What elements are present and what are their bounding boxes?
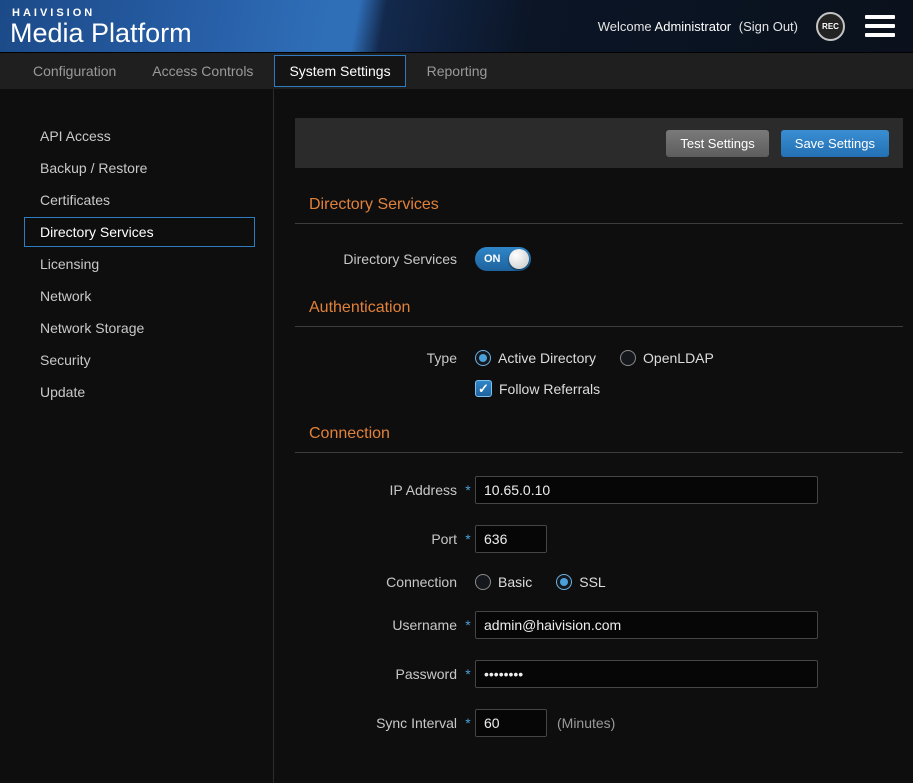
toggle-state-label: ON <box>484 253 501 265</box>
radio-basic[interactable] <box>475 574 491 590</box>
password-label: Password <box>295 666 457 682</box>
required-marker: * <box>461 666 475 682</box>
tab-system-settings[interactable]: System Settings <box>274 55 405 87</box>
type-label: Type <box>295 350 457 366</box>
settings-sidebar: API Access Backup / Restore Certificates… <box>0 89 274 783</box>
welcome-prefix: Welcome <box>598 19 652 34</box>
header-right: Welcome Administrator (Sign Out) REC <box>598 12 897 41</box>
required-marker: * <box>461 482 475 498</box>
main-layout: API Access Backup / Restore Certificates… <box>0 89 913 783</box>
radio-ssl-label: SSL <box>579 574 605 590</box>
password-row: Password * <box>295 660 903 688</box>
section-title-connection: Connection <box>309 425 903 443</box>
required-marker: * <box>461 531 475 547</box>
username-row: Username * <box>295 611 903 639</box>
follow-referrals-checkbox[interactable]: ✓ <box>475 380 492 397</box>
radio-active-directory[interactable] <box>475 350 491 366</box>
connection-type-row: Connection Basic SSL <box>295 574 903 590</box>
settings-content: Test Settings Save Settings Directory Se… <box>274 89 913 783</box>
check-icon: ✓ <box>478 381 489 397</box>
action-bar: Test Settings Save Settings <box>295 118 903 168</box>
radio-openldap-label: OpenLDAP <box>643 350 714 366</box>
type-row: Type Active Directory OpenLDAP <box>295 350 903 366</box>
sync-interval-suffix: (Minutes) <box>557 715 615 731</box>
app-header: HAIVISION Media Platform Welcome Adminis… <box>0 0 913 52</box>
follow-referrals-row: ✓ Follow Referrals <box>295 380 903 397</box>
tab-reporting[interactable]: Reporting <box>412 55 503 87</box>
rec-badge-label: REC <box>822 22 839 31</box>
section-title-directory-services: Directory Services <box>309 196 903 214</box>
directory-services-toggle[interactable]: ON <box>475 247 531 271</box>
sidebar-item-network-storage[interactable]: Network Storage <box>24 313 255 343</box>
follow-referrals-label: Follow Referrals <box>499 381 600 397</box>
section-divider <box>295 223 903 224</box>
radio-active-directory-label: Active Directory <box>498 350 596 366</box>
ip-address-input[interactable] <box>475 476 818 504</box>
sidebar-item-update[interactable]: Update <box>24 377 255 407</box>
section-divider <box>295 452 903 453</box>
tab-access-controls[interactable]: Access Controls <box>137 55 268 87</box>
port-input[interactable] <box>475 525 547 553</box>
radio-openldap[interactable] <box>620 350 636 366</box>
username-input[interactable] <box>475 611 818 639</box>
ip-address-row: IP Address * <box>295 476 903 504</box>
save-settings-button[interactable]: Save Settings <box>781 130 889 157</box>
main-nav: Configuration Access Controls System Set… <box>0 52 913 89</box>
tab-configuration[interactable]: Configuration <box>18 55 131 87</box>
connection-type-label: Connection <box>295 574 457 590</box>
rec-badge[interactable]: REC <box>816 12 845 41</box>
sidebar-item-backup-restore[interactable]: Backup / Restore <box>24 153 255 183</box>
sidebar-item-api-access[interactable]: API Access <box>24 121 255 151</box>
port-label: Port <box>295 531 457 547</box>
username-label: Username <box>295 617 457 633</box>
sidebar-item-licensing[interactable]: Licensing <box>24 249 255 279</box>
toggle-knob <box>509 249 529 269</box>
sign-out-link[interactable]: (Sign Out) <box>739 19 798 34</box>
sidebar-item-network[interactable]: Network <box>24 281 255 311</box>
ip-address-label: IP Address <box>295 482 457 498</box>
section-divider <box>295 326 903 327</box>
password-input[interactable] <box>475 660 818 688</box>
sync-interval-input[interactable] <box>475 709 547 737</box>
sync-interval-label: Sync Interval <box>295 715 457 731</box>
sidebar-item-security[interactable]: Security <box>24 345 255 375</box>
directory-services-toggle-row: Directory Services ON <box>295 247 903 271</box>
required-marker: * <box>461 617 475 633</box>
section-title-authentication: Authentication <box>309 299 903 317</box>
port-row: Port * <box>295 525 903 553</box>
test-settings-button[interactable]: Test Settings <box>666 130 768 157</box>
radio-ssl[interactable] <box>556 574 572 590</box>
product-name: Media Platform <box>10 20 192 47</box>
radio-basic-label: Basic <box>498 574 532 590</box>
current-user: Administrator <box>655 19 732 34</box>
required-marker: * <box>461 715 475 731</box>
hamburger-menu-icon[interactable] <box>863 13 897 39</box>
brand-logo: HAIVISION Media Platform <box>10 6 192 47</box>
welcome-text: Welcome Administrator (Sign Out) <box>598 19 798 34</box>
sidebar-item-directory-services[interactable]: Directory Services <box>24 217 255 247</box>
directory-services-toggle-label: Directory Services <box>295 251 457 267</box>
sidebar-item-certificates[interactable]: Certificates <box>24 185 255 215</box>
brand-name: HAIVISION <box>12 8 192 19</box>
sync-interval-row: Sync Interval * (Minutes) <box>295 709 903 737</box>
